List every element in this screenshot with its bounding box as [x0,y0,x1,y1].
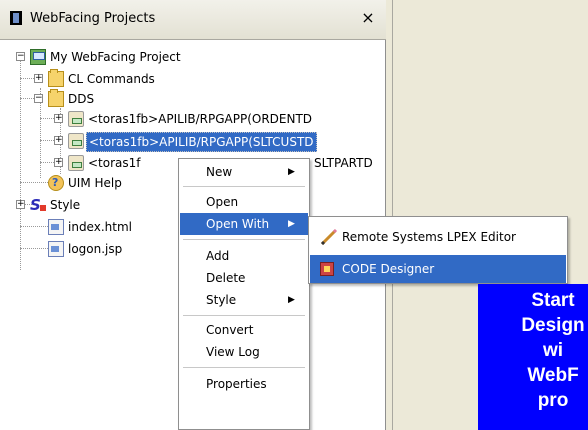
view-tab[interactable]: WebFacing Projects × [0,0,386,39]
collapse-icon[interactable]: − [16,52,25,61]
help-icon [48,174,64,192]
pencil-icon [320,229,338,245]
submenu-arrow-icon: ▶ [288,167,295,177]
expand-icon[interactable]: + [34,74,43,83]
menu-item-view-log[interactable]: View Log [180,341,308,363]
callout-box: Start Design wi WebF pro [478,284,588,430]
open-with-submenu: Remote Systems LPEX Editor CODE Designer [308,216,568,284]
close-icon[interactable]: × [360,9,376,27]
folder-icon [48,69,64,87]
tree-node-label: <toras1fb>APILIB/RPGAPP(SLTCUSTD [86,132,317,152]
context-menu: New ▶ Open Open With ▶ Add Delete Style … [178,158,310,430]
menu-item-label: Open With [206,217,270,231]
tree-node-root[interactable]: − My WebFacing Project [0,48,386,66]
tree-node-label: CL Commands [68,72,155,86]
submenu-arrow-icon: ▶ [288,219,295,229]
menu-item-properties[interactable]: Properties [180,373,308,395]
tree-node-label: My WebFacing Project [50,50,181,64]
tree-node-label: DDS [68,92,95,106]
menu-item-style[interactable]: Style ▶ [180,289,308,311]
menu-separator [183,186,305,187]
tree-node-label: Style [50,198,81,212]
dds-file-icon [68,111,84,127]
menu-item-label: CODE Designer [342,262,435,276]
expand-icon[interactable]: + [16,200,25,209]
tree-node-cl-commands[interactable]: + CL Commands [0,69,386,88]
tree-node-dds[interactable]: − DDS [0,89,386,108]
menu-item-open-with[interactable]: Open With ▶ [180,213,308,235]
menu-item-label: Delete [206,271,246,285]
menu-item-add[interactable]: Add [180,245,308,267]
expand-icon[interactable]: + [54,114,63,123]
menu-item-label: Open [206,195,239,209]
menu-item-code-designer[interactable]: CODE Designer [310,255,566,283]
menu-item-delete[interactable]: Delete [180,267,308,289]
web-page-icon [48,219,64,235]
web-page-icon [48,241,64,257]
view-icon [10,11,22,25]
dds-file-icon [68,155,84,171]
dds-file-icon [68,133,84,149]
collapse-icon[interactable]: − [34,94,43,103]
menu-item-label: Style [206,293,237,307]
view-title: WebFacing Projects [30,11,156,26]
tree-node-label: UIM Help [68,176,122,190]
expand-icon[interactable]: + [54,136,63,145]
folder-icon [48,89,64,107]
menu-separator [183,315,305,316]
menu-item-label: Add [206,249,230,263]
menu-item-label: New [206,165,233,179]
menu-item-lpex-editor[interactable]: Remote Systems LPEX Editor [310,223,566,251]
tree-node-label: <toras1fb>APILIB/RPGAPP(ORDENTD [88,112,313,126]
menu-item-label: View Log [206,345,260,359]
menu-item-label: Remote Systems LPEX Editor [342,230,516,244]
tree-node-dds-item[interactable]: + <toras1fb>APILIB/RPGAPP(ORDENTD [0,110,386,128]
callout-text: Start Design wi WebF pro [521,290,585,411]
menu-item-open[interactable]: Open [180,191,308,213]
code-designer-icon [320,262,334,276]
submenu-arrow-icon: ▶ [288,295,295,305]
view-header: WebFacing Projects × [0,0,386,40]
tree-node-label-tail: SLTPARTD [314,156,373,170]
project-icon [30,49,46,65]
menu-item-label: Properties [206,377,267,391]
tree-node-label: logon.jsp [68,242,123,256]
menu-item-label: Convert [206,323,254,337]
style-icon: S [30,197,46,213]
menu-item-new[interactable]: New ▶ [180,161,308,183]
tree-node-dds-item-selected[interactable]: + <toras1fb>APILIB/RPGAPP(SLTCUSTD [0,132,386,152]
menu-separator [183,367,305,368]
tree-node-label: index.html [68,220,132,234]
expand-icon[interactable]: + [54,158,63,167]
tree-node-label: <toras1f [88,156,141,170]
menu-item-convert[interactable]: Convert [180,319,308,341]
menu-separator [183,239,305,240]
